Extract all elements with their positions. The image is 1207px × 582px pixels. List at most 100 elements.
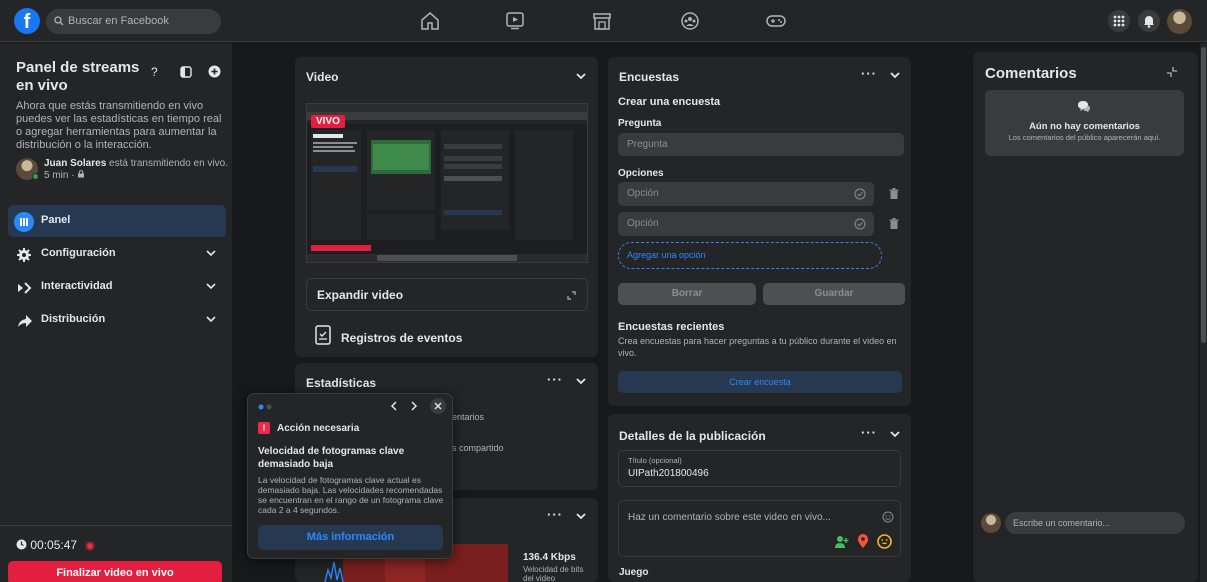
- add-icon[interactable]: [208, 65, 221, 78]
- video-card-title: Video: [306, 70, 339, 84]
- more-options-icon[interactable]: ···: [861, 66, 877, 81]
- event-logs-link[interactable]: Registros de eventos: [314, 325, 462, 348]
- facebook-logo[interactable]: f: [14, 8, 40, 34]
- scrollbar-thumb[interactable]: [1201, 47, 1206, 343]
- share-arrow-icon: [14, 311, 34, 331]
- expand-video-button[interactable]: Expandir video: [306, 278, 588, 311]
- notifications-button[interactable]: [1138, 10, 1160, 32]
- video-card: Video VIVO Expandir video Registros de e…: [295, 57, 598, 357]
- groups-icon[interactable]: [680, 12, 700, 30]
- post-title-label: Título (opcional): [628, 456, 682, 465]
- marketplace-icon[interactable]: [592, 12, 612, 30]
- recent-polls-heading: Encuestas recientes: [618, 321, 725, 333]
- chevron-down-icon[interactable]: [890, 430, 900, 438]
- event-logs-label: Registros de eventos: [341, 331, 463, 345]
- sidebar-item-distribucion[interactable]: Distribución: [8, 304, 226, 336]
- watch-icon[interactable]: [505, 12, 525, 30]
- chevron-down-icon[interactable]: [576, 377, 586, 385]
- sidebar-menu: Panel Configuración Interactividad Distr…: [8, 205, 226, 337]
- chevron-down-icon[interactable]: [890, 71, 900, 79]
- stats-card-title: Estadísticas: [306, 376, 377, 390]
- option-input-2[interactable]: Opción: [618, 212, 874, 236]
- check-circle-icon: [854, 188, 866, 200]
- comments-panel: Comentarios Aún no hay comentarios Los c…: [973, 52, 1198, 582]
- sidebar-item-configuracion[interactable]: Configuración: [8, 238, 226, 270]
- post-comment-field[interactable]: Haz un comentario sobre este video en vi…: [618, 500, 901, 557]
- video-preview-screenshot: [307, 104, 587, 262]
- page-title: Panel de streams en vivo: [16, 59, 140, 94]
- broadcast-controls: 00:05:47 Finalizar video en vivo: [0, 525, 232, 582]
- add-option-button[interactable]: Agregar una opción: [618, 242, 882, 269]
- collapse-icon[interactable]: [1166, 66, 1178, 78]
- game-label: Juego: [619, 567, 649, 578]
- option-placeholder: Opción: [627, 188, 659, 199]
- help-icon[interactable]: ?: [148, 65, 160, 79]
- popup-header: Acción necesaria: [277, 423, 360, 434]
- bitrate-value: 136.4 Kbps: [523, 552, 576, 563]
- gaming-icon[interactable]: [766, 12, 786, 30]
- more-options-icon[interactable]: ···: [861, 425, 877, 440]
- log-document-icon: [315, 325, 331, 345]
- sidebar-item-interactividad[interactable]: Interactividad: [8, 271, 226, 303]
- stat-comments-partial: entarios: [452, 412, 485, 422]
- create-poll-button[interactable]: Crear encuesta: [618, 371, 902, 393]
- close-icon[interactable]: [430, 398, 446, 414]
- post-title-field[interactable]: Título (opcional) UIPath201800496: [618, 450, 901, 487]
- empty-comments-description: Los comentarios del público aparecerán a…: [1008, 133, 1161, 142]
- emoji-outline-icon[interactable]: [882, 511, 894, 523]
- live-dashboard-sidebar: Panel de streams en vivo ? Ahora que est…: [0, 43, 232, 582]
- home-icon[interactable]: [420, 12, 440, 30]
- create-poll-heading: Crear una encuesta: [618, 96, 721, 108]
- live-badge: VIVO: [311, 115, 345, 128]
- next-icon[interactable]: [410, 401, 418, 411]
- post-details-title: Detalles de la publicación: [619, 429, 766, 443]
- streamer-status: Juan Solares está transmitiendo en vivo.…: [44, 158, 229, 182]
- search-input[interactable]: Buscar en Facebook: [46, 9, 221, 34]
- clear-poll-button[interactable]: Borrar: [618, 283, 756, 305]
- more-options-icon[interactable]: ···: [547, 372, 563, 387]
- streamer-name[interactable]: Juan Solares: [44, 158, 106, 169]
- video-preview[interactable]: [306, 103, 588, 263]
- gear-icon: [14, 245, 34, 265]
- commenter-avatar[interactable]: [981, 513, 1001, 533]
- recording-indicator: [87, 542, 94, 549]
- warning-icon: !: [258, 422, 270, 434]
- sidebar-item-panel[interactable]: Panel: [8, 205, 226, 237]
- stream-time: 5 min ·: [44, 170, 75, 181]
- popup-body: La velocidad de fotogramas clave actual …: [258, 475, 444, 515]
- question-input[interactable]: Pregunta: [618, 133, 904, 156]
- location-pin-icon[interactable]: [857, 534, 869, 549]
- save-poll-button[interactable]: Guardar: [763, 283, 905, 305]
- trash-icon[interactable]: [889, 218, 899, 230]
- feeling-emoji-icon[interactable]: [877, 534, 892, 549]
- panel-layout-icon[interactable]: [180, 66, 192, 78]
- question-label: Pregunta: [618, 118, 662, 129]
- tag-people-icon[interactable]: [835, 535, 849, 549]
- recent-polls-description: Crea encuestas para hacer preguntas a tu…: [618, 336, 897, 358]
- trash-icon[interactable]: [889, 188, 899, 200]
- profile-avatar[interactable]: [1167, 9, 1192, 34]
- popup-title: Velocidad de fotogramas clave demasiado …: [258, 446, 405, 470]
- comment-input[interactable]: Escribe un comentario...: [1005, 512, 1185, 534]
- broadcast-timer: 00:05:47: [16, 538, 94, 552]
- option-input-1[interactable]: Opción: [618, 182, 874, 206]
- grid-icon: [1113, 15, 1125, 27]
- bitrate-label: Velocidad de bits del video: [523, 565, 584, 582]
- pagination-dots: [258, 404, 272, 410]
- more-info-button[interactable]: Más información: [258, 525, 443, 550]
- interactivity-icon: [14, 278, 34, 298]
- menu-grid-button[interactable]: [1108, 10, 1130, 32]
- page-scrollbar[interactable]: [1200, 43, 1207, 582]
- previous-icon[interactable]: [390, 401, 398, 411]
- more-options-icon[interactable]: ···: [547, 507, 563, 522]
- top-navigation-bar: f Buscar en Facebook: [0, 0, 1207, 42]
- options-label: Opciones: [618, 168, 664, 179]
- sidebar-item-label: Panel: [41, 214, 71, 226]
- clock-icon: [16, 539, 27, 550]
- chevron-down-icon: [206, 250, 216, 257]
- chevron-down-icon[interactable]: [576, 512, 586, 520]
- chevron-down-icon[interactable]: [576, 72, 586, 80]
- end-live-video-button[interactable]: Finalizar video en vivo: [8, 561, 222, 582]
- online-status-dot: [32, 173, 39, 180]
- post-title-value: UIPath201800496: [628, 468, 709, 479]
